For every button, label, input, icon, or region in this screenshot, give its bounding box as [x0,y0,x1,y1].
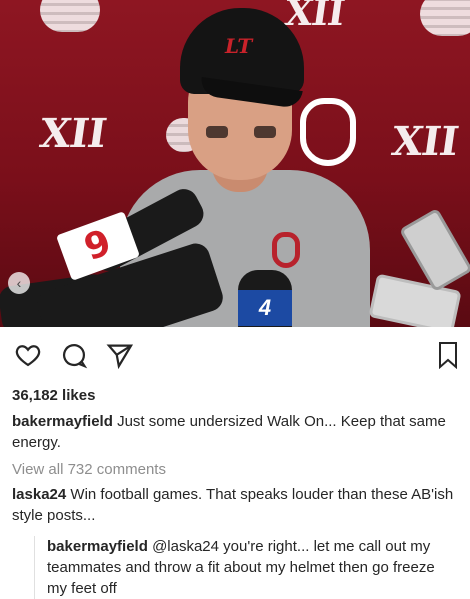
mic-flag: 4 [238,290,292,326]
comment-text: Win football games. That speaks louder t… [12,486,454,524]
comment-icon[interactable] [60,341,88,374]
action-bar [0,327,470,385]
backdrop-logo: XII [36,110,109,157]
comment: laska24 Win football games. That speaks … [12,484,458,526]
team-logo [300,98,356,166]
author-username[interactable]: bakermayfield [12,413,113,430]
share-icon[interactable] [106,341,134,374]
shirt-logo [272,232,300,268]
view-all-comments-link[interactable]: View all 732 comments [12,461,458,478]
bookmark-icon[interactable] [438,341,458,374]
post-photo[interactable]: XII XII XII LT 9 4 ‹ [0,0,470,327]
heart-icon[interactable] [14,341,42,374]
comment-username[interactable]: laska24 [12,486,66,503]
reply-mention[interactable]: @laska24 [152,538,219,555]
eye-black [206,126,228,138]
post-caption: bakermayfield Just some undersized Walk … [12,411,458,453]
eye-black [254,126,276,138]
reply-username[interactable]: bakermayfield [47,538,148,555]
like-count[interactable]: 36,182 likes [12,387,458,404]
comment-reply: bakermayfield @laska24 you're right... l… [34,536,458,599]
sponsor-logo [40,0,100,32]
post-details: 36,182 likes bakermayfield Just some und… [0,387,470,599]
carousel-prev-icon[interactable]: ‹ [8,272,30,294]
cap-text: LT [225,34,253,58]
backdrop-logo: XII [388,118,461,165]
backdrop-logo: XII [282,0,347,34]
sponsor-logo [420,0,470,36]
